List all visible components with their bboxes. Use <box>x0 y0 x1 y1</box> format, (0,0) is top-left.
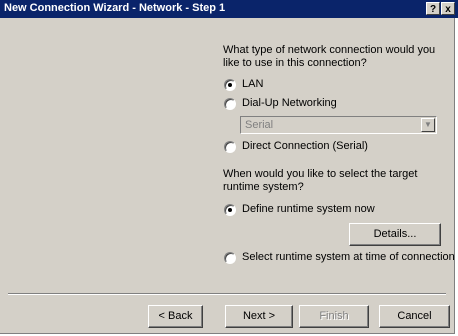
lan-label[interactable]: LAN <box>242 78 263 90</box>
select-at-connect-radio[interactable] <box>224 252 236 264</box>
serial-select-value: Serial <box>245 119 274 131</box>
next-button[interactable]: Next > <box>225 305 293 328</box>
runtime-question-line1: When would you like to select the target <box>223 168 418 180</box>
define-now-radio[interactable] <box>224 204 236 216</box>
finish-button[interactable]: Finish <box>299 305 369 328</box>
help-button[interactable]: ? <box>426 2 440 15</box>
lan-radio[interactable] <box>224 79 236 91</box>
radio-selected-dot <box>228 208 232 212</box>
radio-selected-dot <box>228 83 232 87</box>
title-bar[interactable]: New Connection Wizard - Network - Step 1… <box>0 0 458 18</box>
define-now-label[interactable]: Define runtime system now <box>242 203 375 215</box>
direct-label[interactable]: Direct Connection (Serial) <box>242 140 368 152</box>
cancel-button[interactable]: Cancel <box>379 305 450 328</box>
chevron-down-icon: ▼ <box>421 118 435 132</box>
back-button[interactable]: < Back <box>148 305 203 328</box>
dialup-label[interactable]: Dial-Up Networking <box>242 97 337 109</box>
footer-separator <box>8 293 446 295</box>
close-button[interactable]: x <box>441 2 455 15</box>
dialup-radio[interactable] <box>224 98 236 110</box>
network-question-line2: like to use in this connection? <box>223 57 367 69</box>
details-button[interactable]: Details... <box>349 223 441 246</box>
window-title: New Connection Wizard - Network - Step 1 <box>4 2 226 14</box>
select-at-connect-label[interactable]: Select runtime system at time of connect… <box>242 251 455 263</box>
wizard-window: New Connection Wizard - Network - Step 1… <box>0 0 458 334</box>
network-question-line1: What type of network connection would yo… <box>223 44 436 56</box>
runtime-question-line2: runtime system? <box>223 181 304 193</box>
direct-radio[interactable] <box>224 141 236 153</box>
dialup-serial-select: Serial ▼ <box>240 116 437 134</box>
